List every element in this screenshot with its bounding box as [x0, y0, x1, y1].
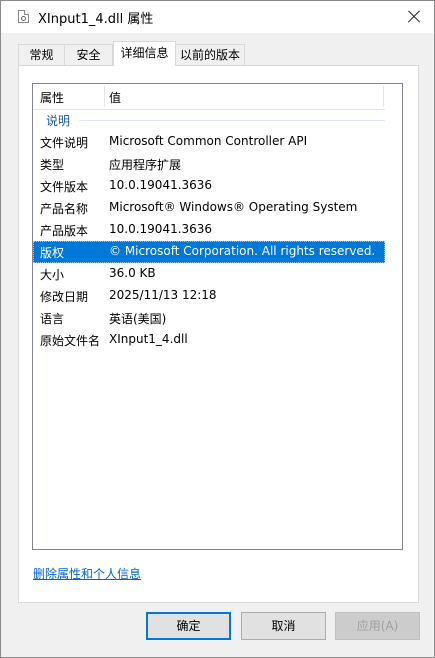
dll-file-icon: [18, 10, 29, 23]
detail-value: 应用程序扩展: [109, 158, 182, 172]
title-bar: XInput1_4.dll 属性: [1, 1, 434, 33]
detail-row[interactable]: 文件版本 10.0.19041.3636: [33, 175, 385, 197]
tab-security[interactable]: 安全: [64, 44, 113, 65]
detail-value: © Microsoft Corporation. All rights rese…: [109, 244, 376, 258]
detail-row-selected[interactable]: 版权 © Microsoft Corporation. All rights r…: [33, 241, 385, 263]
group-header: 说明: [33, 110, 385, 130]
detail-key: 产品名称: [40, 202, 89, 216]
detail-row[interactable]: 语言 英语(美国): [33, 307, 385, 329]
detail-row[interactable]: 原始文件名 XInput1_4.dll: [33, 329, 385, 351]
detail-key: 文件版本: [40, 180, 89, 194]
detail-value: 2025/11/13 12:18: [109, 288, 217, 302]
detail-key: 语言: [40, 312, 65, 326]
detail-row[interactable]: 修改日期 2025/11/13 12:18: [33, 285, 385, 307]
detail-row[interactable]: 产品名称 Microsoft® Windows® Operating Syste…: [33, 197, 385, 219]
close-icon[interactable]: [402, 5, 426, 29]
column-header: 属性 值: [33, 84, 385, 110]
ok-button[interactable]: 确定: [146, 612, 231, 640]
detail-key: 原始文件名: [40, 334, 101, 348]
tab-details[interactable]: 详细信息: [113, 41, 176, 66]
properties-dialog: XInput1_4.dll 属性 常规 安全 详细信息 以前的版本 属性 值 说…: [0, 0, 435, 658]
tab-previous-versions[interactable]: 以前的版本: [175, 44, 245, 65]
column-divider[interactable]: [383, 86, 384, 107]
detail-key: 类型: [40, 158, 65, 172]
window-title: XInput1_4.dll 属性: [38, 12, 154, 27]
details-list[interactable]: 属性 值 说明 文件说明 Microsoft Common Controller…: [32, 83, 403, 550]
detail-value: 10.0.19041.3636: [109, 222, 213, 236]
detail-key: 修改日期: [40, 290, 89, 304]
tab-general[interactable]: 常规: [18, 44, 65, 65]
detail-key: 文件说明: [40, 136, 89, 150]
detail-row[interactable]: 产品版本 10.0.19041.3636: [33, 219, 385, 241]
column-divider[interactable]: [104, 86, 105, 107]
detail-value: Microsoft® Windows® Operating System: [109, 200, 358, 214]
group-divider: [79, 120, 385, 121]
detail-value: 10.0.19041.3636: [109, 178, 213, 192]
detail-key: 版权: [40, 246, 65, 260]
column-header-value[interactable]: 值: [109, 89, 121, 106]
detail-row[interactable]: 类型 应用程序扩展: [33, 153, 385, 175]
remove-properties-link[interactable]: 删除属性和个人信息: [33, 565, 141, 582]
detail-row[interactable]: 大小 36.0 KB: [33, 263, 385, 285]
group-label: 说明: [46, 114, 71, 128]
detail-key: 产品版本: [40, 224, 89, 238]
detail-value: 英语(美国): [109, 312, 167, 326]
detail-key: 大小: [40, 268, 65, 282]
details-panel: 属性 值 说明 文件说明 Microsoft Common Controller…: [18, 65, 419, 603]
detail-value: Microsoft Common Controller API: [109, 134, 308, 148]
detail-value: XInput1_4.dll: [109, 332, 188, 346]
column-header-property[interactable]: 属性: [40, 89, 64, 106]
detail-row[interactable]: 文件说明 Microsoft Common Controller API: [33, 131, 385, 153]
cancel-button[interactable]: 取消: [241, 612, 326, 640]
detail-value: 36.0 KB: [109, 266, 156, 280]
apply-button[interactable]: 应用(A): [335, 612, 420, 640]
